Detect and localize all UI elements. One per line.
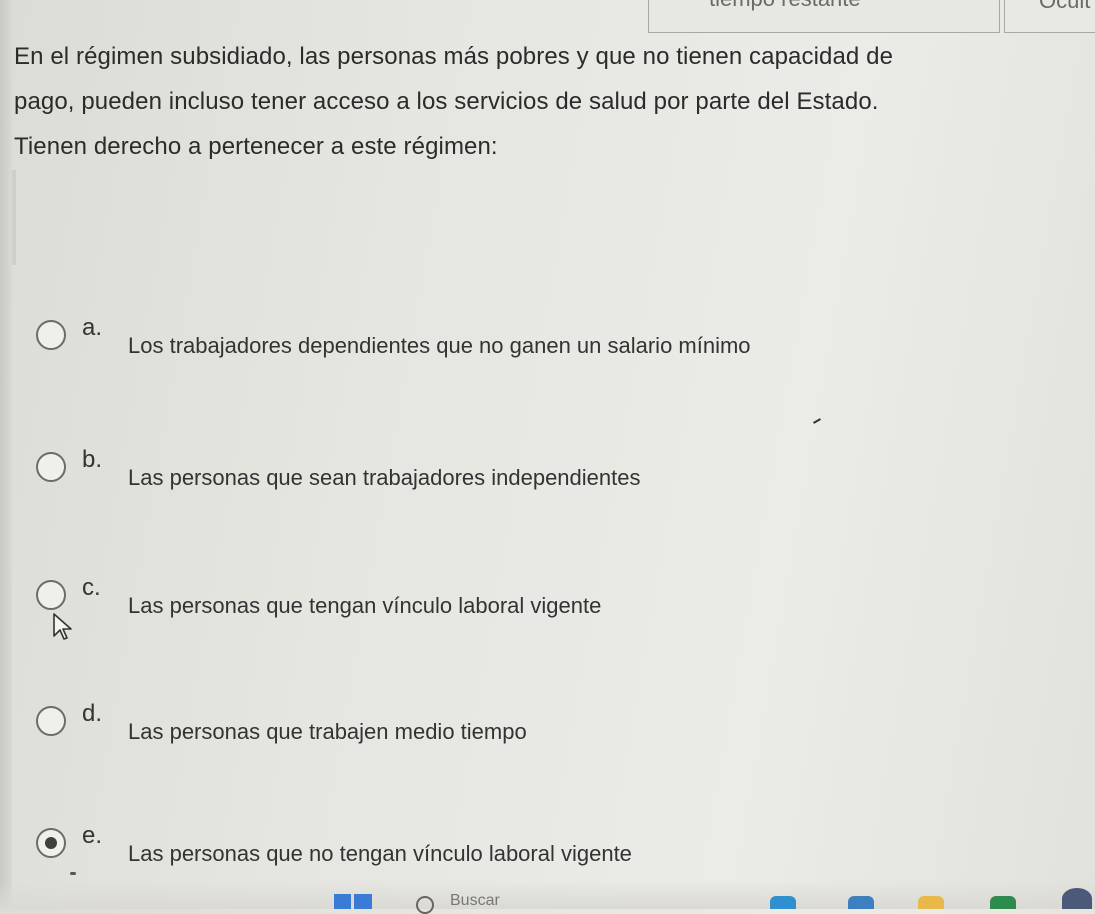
taskbar-search-label[interactable]: Buscar [450, 892, 500, 910]
hide-button[interactable]: Ocult [1004, 0, 1095, 33]
option-d[interactable]: d. Las personas que trabajen medio tiemp… [32, 700, 1032, 750]
option-label-e: Las personas que no tengan vínculo labor… [128, 841, 632, 866]
question-line-1: En el régimen subsidiado, las personas m… [14, 43, 894, 70]
hide-button-label: Ocult [1039, 0, 1091, 13]
option-e[interactable]: e. Las personas que no tengan vínculo la… [32, 822, 1032, 872]
chrome-icon[interactable] [1062, 888, 1092, 909]
option-letter-a: a. [82, 314, 103, 341]
window-left-edge [0, 0, 12, 909]
option-label-c: Las personas que tengan vínculo laboral … [128, 593, 602, 618]
question-line-3: Tienen derecho a pertenecer a este régim… [14, 133, 498, 160]
option-label-a: Los trabajadores dependientes que no gan… [128, 333, 751, 358]
option-letter-b: b. [82, 446, 103, 473]
option-label-b: Las personas que sean trabajadores indep… [128, 465, 641, 490]
question-text: En el régimen subsidiado, las personas m… [14, 34, 1084, 169]
option-a[interactable]: a. Los trabajadores dependientes que no … [32, 314, 1032, 364]
timer-box-text: tiempo restante [709, 0, 861, 12]
option-letter-e: e. [82, 822, 103, 849]
screen-dot [70, 872, 76, 875]
mouse-cursor-icon [53, 613, 72, 640]
search-icon[interactable] [416, 896, 434, 914]
store-icon[interactable] [848, 896, 874, 909]
radio-button-e-selected[interactable] [36, 828, 66, 858]
explorer-icon[interactable] [918, 896, 944, 909]
option-letter-c: c. [82, 574, 101, 601]
start-icon[interactable] [334, 894, 372, 909]
option-label-d: Las personas que trabajen medio tiempo [128, 719, 527, 744]
option-b[interactable]: b. Las personas que sean trabajadores in… [32, 446, 1032, 496]
question-line-2: pago, pueden incluso tener acceso a los … [14, 88, 879, 115]
radio-button-d[interactable] [36, 706, 66, 736]
option-c[interactable]: c. Las personas que tengan vínculo labor… [32, 574, 1032, 624]
radio-button-a[interactable] [36, 320, 66, 350]
left-edge-detail [12, 170, 16, 265]
radio-button-b[interactable] [36, 452, 66, 482]
excel-icon[interactable] [990, 896, 1016, 909]
radio-button-c[interactable] [36, 580, 66, 610]
screen-mark [813, 418, 821, 424]
timer-box: tiempo restante [648, 0, 1000, 33]
option-letter-d: d. [82, 700, 103, 727]
edge-icon[interactable] [770, 896, 796, 909]
